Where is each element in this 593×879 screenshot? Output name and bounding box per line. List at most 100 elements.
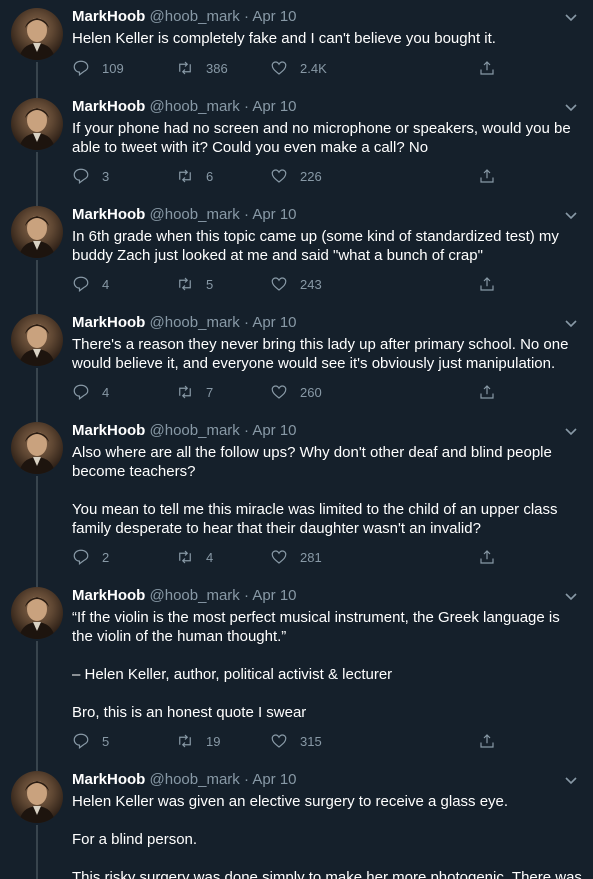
tweet-paragraph: If your phone had no screen and no micro… xyxy=(72,120,571,156)
retweet-button[interactable]: 5 xyxy=(176,274,213,294)
reply-button[interactable]: 4 xyxy=(72,274,109,294)
reply-icon xyxy=(73,60,89,76)
like-button[interactable]: 243 xyxy=(270,274,322,294)
thread-line xyxy=(36,386,38,422)
chevron-down-icon[interactable] xyxy=(563,315,579,331)
chevron-down-icon[interactable] xyxy=(563,772,579,788)
like-button[interactable]: 281 xyxy=(270,547,322,567)
avatar[interactable] xyxy=(11,587,63,639)
author-name[interactable]: MarkHoob xyxy=(72,587,145,604)
tweet-paragraph: Also where are all the follow ups? Why d… xyxy=(72,444,552,480)
author-name[interactable]: MarkHoob xyxy=(72,98,145,115)
author-handle[interactable]: @hoob_mark xyxy=(150,8,240,25)
author-handle[interactable]: @hoob_mark xyxy=(150,771,240,788)
tweet-header: MarkHoob @hoob_mark · Apr 10 xyxy=(72,7,297,27)
tweet-paragraph: You mean to tell me this miracle was lim… xyxy=(72,501,558,537)
share-button[interactable] xyxy=(478,274,496,294)
tweet-date[interactable]: Apr 10 xyxy=(252,771,296,788)
retweet-button[interactable]: 4 xyxy=(176,547,213,567)
author-handle[interactable]: @hoob_mark xyxy=(150,98,240,115)
retweet-button[interactable]: 6 xyxy=(176,166,213,186)
author-handle[interactable]: @hoob_mark xyxy=(150,206,240,223)
tweet-header: MarkHoob @hoob_mark · Apr 10 xyxy=(72,586,297,606)
like-button[interactable]: 2.4K xyxy=(270,58,327,78)
share-button[interactable] xyxy=(478,731,496,751)
author-name[interactable]: MarkHoob xyxy=(72,206,145,223)
reply-button[interactable]: 5 xyxy=(72,731,109,751)
avatar[interactable] xyxy=(11,206,63,258)
reply-icon xyxy=(73,168,89,184)
author-handle[interactable]: @hoob_mark xyxy=(150,314,240,331)
thread-line xyxy=(36,551,38,587)
tweet-date[interactable]: Apr 10 xyxy=(252,422,296,439)
reply-count: 4 xyxy=(102,384,110,400)
chevron-down-icon[interactable] xyxy=(563,423,579,439)
retweet-button[interactable]: 19 xyxy=(176,731,220,751)
author-handle[interactable]: @hoob_mark xyxy=(150,422,240,439)
tweet-date[interactable]: Apr 10 xyxy=(252,587,296,604)
avatar[interactable] xyxy=(11,314,63,366)
thread-line xyxy=(36,278,38,314)
separator-dot: · xyxy=(239,206,253,223)
chevron-down-icon[interactable] xyxy=(563,9,579,25)
tweet-header: MarkHoob @hoob_mark · Apr 10 xyxy=(72,421,297,441)
avatar[interactable] xyxy=(11,98,63,150)
tweet-header: MarkHoob @hoob_mark · Apr 10 xyxy=(72,313,297,333)
heart-icon xyxy=(271,169,287,183)
chevron-down-icon[interactable] xyxy=(563,588,579,604)
heart-icon xyxy=(271,61,287,75)
separator-dot: · xyxy=(239,422,253,439)
share-button[interactable] xyxy=(478,58,496,78)
reply-button[interactable]: 4 xyxy=(72,382,109,402)
author-name[interactable]: MarkHoob xyxy=(72,314,145,331)
tweet-date[interactable]: Apr 10 xyxy=(252,206,296,223)
tweet-text: Helen Keller is completely fake and I ca… xyxy=(72,29,577,48)
reply-button[interactable]: 109 xyxy=(72,58,124,78)
chevron-down-icon[interactable] xyxy=(563,207,579,223)
retweet-button[interactable]: 386 xyxy=(176,58,228,78)
tweet-paragraph: Helen Keller was given an elective surge… xyxy=(72,793,509,810)
tweet-paragraph: – Helen Keller, author, political activi… xyxy=(72,666,393,683)
author-name[interactable]: MarkHoob xyxy=(72,8,145,25)
share-icon xyxy=(480,734,494,748)
separator-dot: · xyxy=(239,771,253,788)
author-handle[interactable]: @hoob_mark xyxy=(150,587,240,604)
tweet-paragraph: This risky surgery was done simply to ma… xyxy=(72,869,582,879)
tweet-text: Also where are all the follow ups? Why d… xyxy=(72,443,577,538)
heart-icon xyxy=(271,734,287,748)
share-button[interactable] xyxy=(478,382,496,402)
tweet-actions: 4 5 243 xyxy=(72,274,502,294)
author-name[interactable]: MarkHoob xyxy=(72,422,145,439)
like-button[interactable]: 260 xyxy=(270,382,322,402)
retweet-count: 5 xyxy=(206,276,214,292)
like-button[interactable]: 226 xyxy=(270,166,322,186)
avatar[interactable] xyxy=(11,422,63,474)
retweet-icon xyxy=(179,277,191,291)
tweet-actions: 5 19 315 xyxy=(72,731,502,751)
tweet-header: MarkHoob @hoob_mark · Apr 10 xyxy=(72,97,297,117)
reply-button[interactable]: 2 xyxy=(72,547,109,567)
retweet-icon xyxy=(179,169,191,183)
separator-dot: · xyxy=(239,8,253,25)
tweet-paragraph: Helen Keller is completely fake and I ca… xyxy=(72,30,496,47)
heart-icon xyxy=(271,385,287,399)
tweet-date[interactable]: Apr 10 xyxy=(252,8,296,25)
tweet-actions: 2 4 281 xyxy=(72,547,502,567)
tweet-thread: MarkHoob @hoob_mark · Apr 10 Helen Kelle… xyxy=(0,0,593,879)
author-name[interactable]: MarkHoob xyxy=(72,771,145,788)
tweet-text: “If the violin is the most perfect music… xyxy=(72,608,577,722)
avatar[interactable] xyxy=(11,8,63,60)
share-icon xyxy=(480,169,494,183)
tweet-header: MarkHoob @hoob_mark · Apr 10 xyxy=(72,770,297,790)
tweet-date[interactable]: Apr 10 xyxy=(252,98,296,115)
tweet-actions: 3 6 226 xyxy=(72,166,502,186)
thread-line xyxy=(36,825,38,879)
tweet-date[interactable]: Apr 10 xyxy=(252,314,296,331)
reply-button[interactable]: 3 xyxy=(72,166,109,186)
like-button[interactable]: 315 xyxy=(270,731,322,751)
avatar[interactable] xyxy=(11,771,63,823)
chevron-down-icon[interactable] xyxy=(563,99,579,115)
share-button[interactable] xyxy=(478,166,496,186)
retweet-button[interactable]: 7 xyxy=(176,382,213,402)
share-button[interactable] xyxy=(478,547,496,567)
